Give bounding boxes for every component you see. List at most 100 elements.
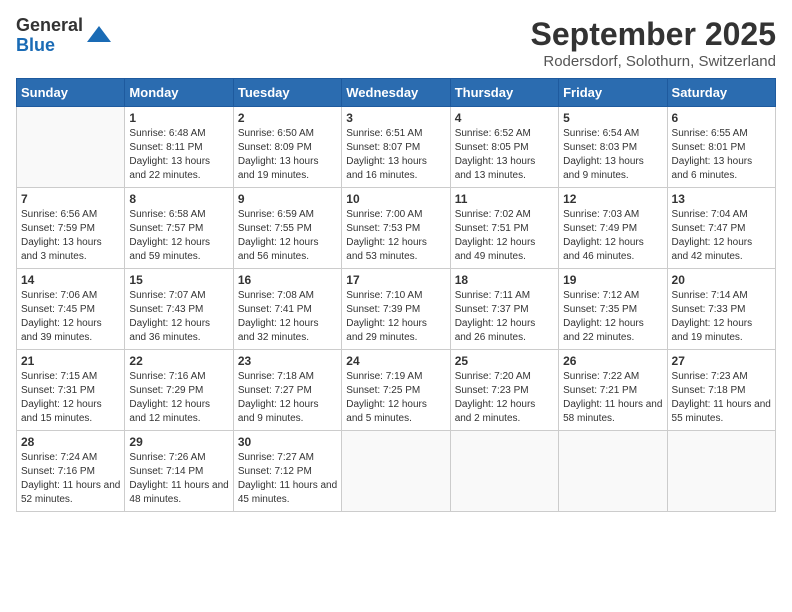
cell-date: 12 [563,192,662,206]
cell-info: Sunrise: 7:26 AM Sunset: 7:14 PM Dayligh… [129,451,228,507]
cell-info: Sunrise: 7:19 AM Sunset: 7:25 PM Dayligh… [346,370,445,426]
cell-info: Sunrise: 7:14 AM Sunset: 7:33 PM Dayligh… [672,289,771,345]
calendar-cell: 1 Sunrise: 6:48 AM Sunset: 8:11 PM Daylig… [125,107,233,188]
logo-icon [85,22,113,50]
calendar-cell [559,431,667,512]
logo-blue-text: Blue [16,36,83,56]
cell-date: 6 [672,111,771,125]
calendar-cell: 13Sunrise: 7:04 AM Sunset: 7:47 PM Dayli… [667,188,775,269]
cell-date: 30 [238,435,337,449]
calendar-cell: 19Sunrise: 7:12 AM Sunset: 7:35 PM Dayli… [559,269,667,350]
cell-date: 22 [129,354,228,368]
cell-date: 4 [455,111,554,125]
calendar-cell: 28 Sunrise: 7:24 AM Sunset: 7:16 PM Dayli… [17,431,125,512]
day-header-thursday: Thursday [450,79,558,107]
cell-info: Sunrise: 7:02 AM Sunset: 7:51 PM Dayligh… [455,208,554,264]
cell-info: Sunrise: 7:03 AM Sunset: 7:49 PM Dayligh… [563,208,662,264]
calendar-cell: 3Sunrise: 6:51 AM Sunset: 8:07 PM Daylig… [342,107,450,188]
cell-date: 16 [238,273,337,287]
calendar-cell [450,431,558,512]
calendar-header: SundayMondayTuesdayWednesdayThursdayFrid… [17,79,776,107]
day-header-saturday: Saturday [667,79,775,107]
cell-info: Sunrise: 7:08 AM Sunset: 7:41 PM Dayligh… [238,289,337,345]
calendar-cell: 27 Sunrise: 7:23 AM Sunset: 7:18 PM Dayli… [667,350,775,431]
cell-info: Sunrise: 7:23 AM Sunset: 7:18 PM Dayligh… [672,370,771,426]
month-title: September 2025 [531,16,776,53]
calendar-cell: 15 Sunrise: 7:07 AM Sunset: 7:43 PM Dayli… [125,269,233,350]
day-header-wednesday: Wednesday [342,79,450,107]
cell-date: 2 [238,111,337,125]
cell-date: 14 [21,273,120,287]
cell-info: Sunrise: 7:06 AM Sunset: 7:45 PM Dayligh… [21,289,120,345]
day-header-sunday: Sunday [17,79,125,107]
calendar-cell: 20Sunrise: 7:14 AM Sunset: 7:33 PM Dayli… [667,269,775,350]
cell-info: Sunrise: 7:24 AM Sunset: 7:16 PM Dayligh… [21,451,120,507]
cell-info: Sunrise: 7:16 AM Sunset: 7:29 PM Dayligh… [129,370,228,426]
header-row: SundayMondayTuesdayWednesdayThursdayFrid… [17,79,776,107]
calendar-cell: 12 Sunrise: 7:03 AM Sunset: 7:49 PM Dayli… [559,188,667,269]
cell-info: Sunrise: 7:00 AM Sunset: 7:53 PM Dayligh… [346,208,445,264]
week-row-1: 7Sunrise: 6:56 AM Sunset: 7:59 PM Daylig… [17,188,776,269]
calendar-cell: 25 Sunrise: 7:20 AM Sunset: 7:23 PM Dayli… [450,350,558,431]
calendar-cell: 11Sunrise: 7:02 AM Sunset: 7:51 PM Dayli… [450,188,558,269]
cell-date: 27 [672,354,771,368]
calendar-cell: 14 Sunrise: 7:06 AM Sunset: 7:45 PM Dayli… [17,269,125,350]
calendar-cell: 18 Sunrise: 7:11 AM Sunset: 7:37 PM Dayli… [450,269,558,350]
cell-date: 19 [563,273,662,287]
calendar-cell: 24Sunrise: 7:19 AM Sunset: 7:25 PM Dayli… [342,350,450,431]
week-row-4: 28 Sunrise: 7:24 AM Sunset: 7:16 PM Dayli… [17,431,776,512]
cell-info: Sunrise: 6:58 AM Sunset: 7:57 PM Dayligh… [129,208,228,264]
cell-date: 29 [129,435,228,449]
calendar-table: SundayMondayTuesdayWednesdayThursdayFrid… [16,78,776,512]
calendar-cell: 22 Sunrise: 7:16 AM Sunset: 7:29 PM Dayli… [125,350,233,431]
logo: General Blue [16,16,113,56]
calendar-cell: 4 Sunrise: 6:52 AM Sunset: 8:05 PM Daylig… [450,107,558,188]
cell-info: Sunrise: 6:52 AM Sunset: 8:05 PM Dayligh… [455,127,554,183]
calendar-cell: 2Sunrise: 6:50 AM Sunset: 8:09 PM Daylig… [233,107,341,188]
cell-info: Sunrise: 6:56 AM Sunset: 7:59 PM Dayligh… [21,208,120,264]
cell-info: Sunrise: 7:15 AM Sunset: 7:31 PM Dayligh… [21,370,120,426]
cell-date: 26 [563,354,662,368]
cell-info: Sunrise: 7:20 AM Sunset: 7:23 PM Dayligh… [455,370,554,426]
calendar-cell: 16 Sunrise: 7:08 AM Sunset: 7:41 PM Dayli… [233,269,341,350]
cell-info: Sunrise: 7:10 AM Sunset: 7:39 PM Dayligh… [346,289,445,345]
cell-date: 8 [129,192,228,206]
cell-date: 15 [129,273,228,287]
calendar-cell [342,431,450,512]
cell-date: 9 [238,192,337,206]
calendar-cell: 23 Sunrise: 7:18 AM Sunset: 7:27 PM Dayli… [233,350,341,431]
cell-info: Sunrise: 7:07 AM Sunset: 7:43 PM Dayligh… [129,289,228,345]
cell-date: 21 [21,354,120,368]
calendar-cell: 7Sunrise: 6:56 AM Sunset: 7:59 PM Daylig… [17,188,125,269]
cell-date: 25 [455,354,554,368]
calendar-cell: 5 Sunrise: 6:54 AM Sunset: 8:03 PM Daylig… [559,107,667,188]
cell-info: Sunrise: 6:51 AM Sunset: 8:07 PM Dayligh… [346,127,445,183]
cell-info: Sunrise: 7:11 AM Sunset: 7:37 PM Dayligh… [455,289,554,345]
cell-date: 18 [455,273,554,287]
calendar-body: 1 Sunrise: 6:48 AM Sunset: 8:11 PM Daylig… [17,107,776,512]
calendar-cell: 9 Sunrise: 6:59 AM Sunset: 7:55 PM Daylig… [233,188,341,269]
cell-date: 10 [346,192,445,206]
cell-info: Sunrise: 6:54 AM Sunset: 8:03 PM Dayligh… [563,127,662,183]
calendar-cell [17,107,125,188]
calendar-cell: 30 Sunrise: 7:27 AM Sunset: 7:12 PM Dayli… [233,431,341,512]
calendar-cell [667,431,775,512]
cell-info: Sunrise: 7:04 AM Sunset: 7:47 PM Dayligh… [672,208,771,264]
cell-info: Sunrise: 7:18 AM Sunset: 7:27 PM Dayligh… [238,370,337,426]
cell-info: Sunrise: 6:48 AM Sunset: 8:11 PM Dayligh… [129,127,228,183]
calendar-cell: 6Sunrise: 6:55 AM Sunset: 8:01 PM Daylig… [667,107,775,188]
cell-date: 23 [238,354,337,368]
cell-date: 1 [129,111,228,125]
page-header: General Blue September 2025 Rodersdorf, … [16,16,776,70]
cell-date: 5 [563,111,662,125]
location-subtitle: Rodersdorf, Solothurn, Switzerland [531,53,776,70]
calendar-cell: 17 Sunrise: 7:10 AM Sunset: 7:39 PM Dayli… [342,269,450,350]
cell-date: 17 [346,273,445,287]
calendar-cell: 26Sunrise: 7:22 AM Sunset: 7:21 PM Dayli… [559,350,667,431]
cell-date: 28 [21,435,120,449]
cell-info: Sunrise: 7:27 AM Sunset: 7:12 PM Dayligh… [238,451,337,507]
week-row-2: 14 Sunrise: 7:06 AM Sunset: 7:45 PM Dayli… [17,269,776,350]
logo-general-text: General [16,16,83,36]
calendar-cell: 10 Sunrise: 7:00 AM Sunset: 7:53 PM Dayli… [342,188,450,269]
cell-info: Sunrise: 6:59 AM Sunset: 7:55 PM Dayligh… [238,208,337,264]
